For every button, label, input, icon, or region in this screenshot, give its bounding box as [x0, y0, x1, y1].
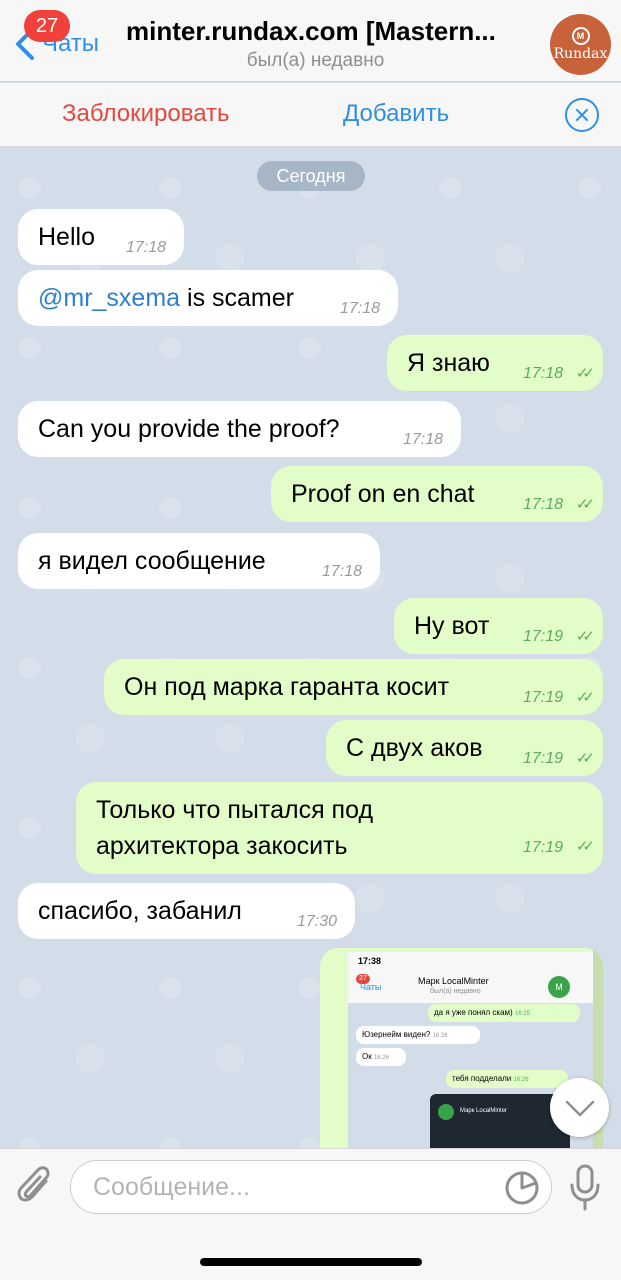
read-checkmarks-icon: ✓✓ [575, 628, 595, 645]
message-incoming[interactable]: спасибо, забанил 17:30 [18, 883, 355, 939]
message-outgoing[interactable]: С двух аков 17:19 ✓✓ [326, 720, 603, 776]
screenshot-message-time: 16:25 [514, 1011, 530, 1017]
message-time: 17:18 [339, 300, 380, 317]
sticker-icon[interactable] [503, 1169, 541, 1207]
scroll-to-bottom-button[interactable] [550, 1078, 609, 1137]
message-text: Hello [38, 223, 95, 251]
microphone-icon[interactable] [568, 1163, 602, 1213]
message-text: спасибо, забанил [38, 897, 242, 925]
message-text: is scamer [180, 284, 294, 312]
screenshot-status-time: 17:38 [358, 956, 382, 966]
chat-header: Чаты 27 minter.rundax.com [Mastern... бы… [0, 0, 621, 82]
message-text: Ну вот [414, 612, 490, 640]
message-time: 17:18 [522, 365, 563, 382]
screenshot-nested-title: Марк LocalMinter [460, 1108, 508, 1114]
message-time: 17:19 [522, 839, 563, 856]
action-bar: Заблокировать Добавить [0, 83, 621, 147]
message-text: Can you provide the proof? [38, 415, 340, 443]
screenshot-message-text: Юзернейм виден? [362, 1030, 431, 1039]
message-text: Только что пытался под архитектора закос… [96, 796, 374, 860]
add-contact-button[interactable]: Добавить [343, 100, 449, 128]
chat-history[interactable]: Сегодня Hello 17:18 @mr_sxema is scamer … [0, 148, 621, 1148]
screenshot-message: да я уже понял скам) 16:25 [428, 1004, 580, 1022]
screenshot-message-text: да я уже понял скам) [434, 1008, 513, 1017]
close-icon[interactable] [565, 98, 599, 132]
message-time: 17:19 [522, 689, 563, 706]
date-separator: Сегодня [257, 161, 365, 191]
avatar[interactable]: M Rundax [550, 14, 611, 75]
screenshot-nested-image: Марк LocalMinter [430, 1094, 570, 1148]
message-incoming[interactable]: я видел сообщение 17:18 [18, 533, 380, 589]
read-checkmarks-icon: ✓✓ [575, 365, 595, 382]
read-checkmarks-icon: ✓✓ [575, 838, 595, 855]
message-incoming[interactable]: Can you provide the proof? 17:18 [18, 401, 461, 457]
avatar-logo-text: Rundax [553, 46, 608, 62]
message-text: С двух аков [346, 734, 483, 762]
message-time: 17:19 [522, 628, 563, 645]
chat-title[interactable]: minter.rundax.com [Mastern... [126, 16, 526, 47]
user-mention-link[interactable]: @mr_sxema [38, 284, 180, 312]
message-input-container[interactable] [70, 1160, 552, 1214]
message-incoming[interactable]: Hello 17:18 [18, 209, 184, 265]
block-button[interactable]: Заблокировать [62, 100, 230, 128]
read-checkmarks-icon: ✓✓ [575, 750, 595, 767]
unread-badge: 27 [24, 10, 70, 42]
message-time: 17:18 [402, 431, 443, 448]
message-time: 17:30 [296, 913, 337, 930]
message-text: я видел сообщение [38, 547, 266, 575]
message-time: 17:18 [522, 496, 563, 513]
message-outgoing[interactable]: Proof on en chat 17:18 ✓✓ [271, 466, 603, 522]
read-checkmarks-icon: ✓✓ [575, 496, 595, 513]
message-outgoing[interactable]: Ну вот 17:19 ✓✓ [394, 598, 603, 654]
read-checkmarks-icon: ✓✓ [575, 689, 595, 706]
message-incoming[interactable]: @mr_sxema is scamer 17:18 [18, 270, 398, 326]
screenshot-message-time: 16:26 [513, 1077, 529, 1083]
screenshot-message: Ок 16:26 [356, 1048, 406, 1066]
screenshot-message: Юзернейм виден? 16:26 [356, 1026, 480, 1044]
screenshot-title: Марк LocalMinter [418, 976, 489, 986]
message-text: Proof on en chat [291, 480, 475, 508]
screenshot-subtitle: был(а) недавно [430, 988, 481, 995]
message-text: Он под марка гаранта косит [124, 673, 450, 701]
screenshot-message: тебя подделали 16:26 [446, 1070, 568, 1088]
chevron-down-icon [565, 1100, 595, 1117]
home-indicator[interactable] [200, 1258, 422, 1266]
screenshot-message-text: Ок [362, 1052, 372, 1061]
screenshot-avatar: M [548, 976, 570, 998]
message-outgoing[interactable]: Только что пытался под архитектора закос… [76, 782, 603, 874]
message-outgoing[interactable]: Он под марка гаранта косит 17:19 ✓✓ [104, 659, 603, 715]
last-seen-status: был(а) недавно [246, 50, 385, 71]
message-text: Я знаю [407, 349, 490, 377]
message-time: 17:18 [125, 239, 166, 256]
screenshot-message-text: тебя подделали [452, 1074, 512, 1083]
message-time: 17:18 [321, 563, 362, 580]
message-time: 17:19 [522, 750, 563, 767]
screenshot-back-label: Чаты [360, 982, 382, 992]
message-outgoing[interactable]: Я знаю 17:18 ✓✓ [387, 335, 603, 391]
screenshot-nested-avatar [438, 1104, 454, 1120]
screenshot-header: 17:38 27 Чаты Марк LocalMinter был(а) не… [348, 952, 593, 1004]
avatar-logo-mark: M [571, 27, 590, 45]
paperclip-icon[interactable] [16, 1165, 56, 1209]
screenshot-message-time: 16:26 [373, 1055, 389, 1061]
message-input[interactable] [93, 1171, 483, 1203]
screenshot-message-time: 16:26 [432, 1033, 448, 1039]
